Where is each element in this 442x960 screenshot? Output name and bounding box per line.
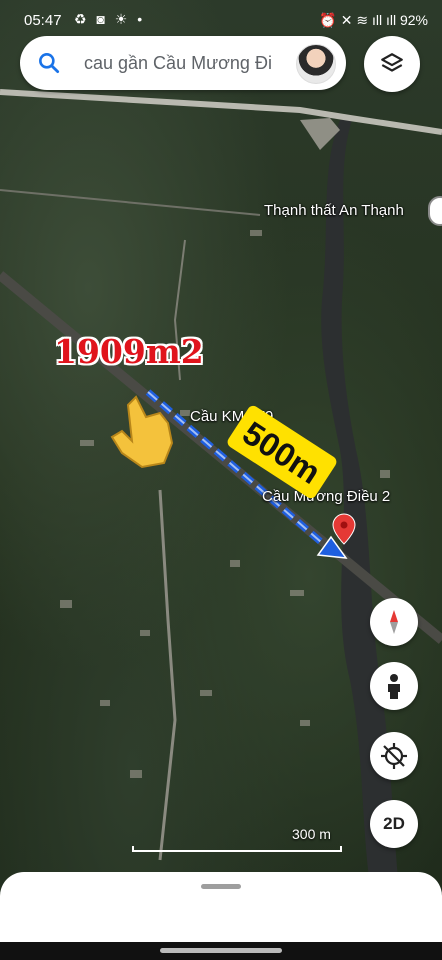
status-time: 05:47 — [24, 12, 62, 29]
compass-icon — [390, 610, 398, 634]
location-off-icon — [381, 743, 407, 769]
location-button[interactable] — [370, 732, 418, 780]
view-2d-label: 2D — [383, 814, 405, 833]
system-nav-bar — [0, 942, 442, 960]
status-icons-left: ♻ ◙ ☀ • — [74, 11, 146, 27]
scale-label: 300 m — [292, 826, 331, 842]
temple-pin-icon[interactable] — [428, 196, 442, 226]
pegman-icon — [388, 674, 400, 699]
river — [321, 120, 400, 900]
place-label-bridge-muong-dieu[interactable]: Cầu Mương Điều 2 — [262, 488, 390, 505]
road-minor — [0, 189, 261, 216]
sheet-handle[interactable] — [201, 884, 241, 889]
road-village — [158, 489, 177, 861]
home-gesture-bar[interactable] — [160, 948, 282, 953]
view-2d-button[interactable]: 2D — [370, 800, 418, 848]
place-label-temple[interactable]: Thạnh thất An Thạnh — [264, 202, 404, 219]
status-icons-right: ⏰ ✕ ≋ ıll ıll 92% — [319, 12, 428, 28]
search-bar[interactable]: cau gần Cầu Mương Đi — [20, 36, 346, 90]
search-input[interactable]: cau gần Cầu Mương Đi — [84, 53, 294, 75]
scale-bar — [132, 846, 342, 852]
layers-button[interactable] — [364, 36, 420, 92]
road-top — [0, 89, 442, 135]
search-icon[interactable] — [36, 50, 62, 76]
street-view-button[interactable] — [370, 662, 418, 710]
compass-button[interactable] — [370, 598, 418, 646]
layers-icon — [381, 53, 403, 72]
area-annotation: 1909m2 — [54, 332, 204, 371]
avatar[interactable] — [296, 44, 336, 84]
